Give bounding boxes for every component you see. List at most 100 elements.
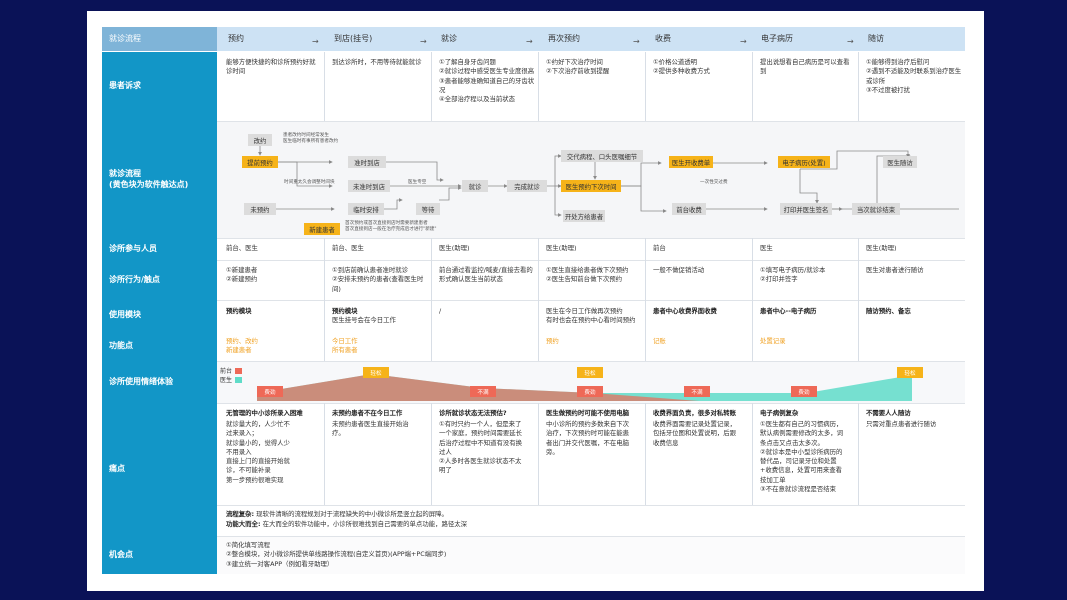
stage-emr: 电子病历 [761, 34, 793, 43]
flow-node-prescribe: 开处方给患者 [563, 210, 605, 222]
arrow-icon: → [420, 37, 427, 46]
summary-line-2: 功能大而全: 在大而全的软件功能中，小诊所很难找到自己需要的单点功能，路径太深 [226, 520, 468, 528]
appeal-payment: ①价格公道透明 ②提供多种收费方式 [653, 58, 710, 76]
flow-node-handover: 交代病程、口头医嘱细节 [561, 150, 643, 162]
flow-note-doctor-room: 医生专空 [408, 180, 427, 185]
row-label-pain: 痛点 [102, 403, 217, 536]
flow-node-emr: 电子病历(处置) [778, 156, 830, 168]
flow-node-followup: 医生随访 [883, 156, 917, 168]
module-arrival-sub: 医生挂号会在今日工作 [332, 316, 396, 324]
arrow-icon: → [526, 37, 533, 46]
flow-node-not-on-time: 未准时到店 [348, 180, 390, 192]
module-payment: 患者中心收费界面收费 [653, 307, 717, 315]
flow-node-wait: 等待 [416, 203, 440, 215]
flow-node-next-end: 当次就诊结束 [852, 203, 900, 215]
appeal-rebook: ①约好下次治疗时间 ②下次治疗前收到提醒 [546, 58, 610, 76]
function-booking: 预约、改约 新建患者 [226, 337, 258, 355]
emotion-tag-easy-followup: 轻松 [897, 367, 923, 378]
row-label-header: 就诊流程 [102, 27, 217, 51]
emotion-tag-hard-rebook: 费劲 [577, 386, 603, 397]
summary-line-1: 流程复杂: 现软件清晰的流程规划对于流程缺失的中小微诊所是竖立起的屏障。 [226, 510, 448, 518]
staff-payment: 前台 [653, 244, 666, 252]
pain-body-consult: ①有时只约一个人，但是来了一个家庭，预约时间需要延长后治疗过程中不知道有没有换过… [439, 420, 523, 475]
row-label-function: 功能点 [102, 331, 217, 361]
row-label-module: 使用模块 [102, 300, 217, 331]
appeal-emr: 提出说想看自己病历是可以查看到 [760, 58, 850, 76]
pain-title-followup: 不需要人人随访 [866, 409, 911, 417]
flow-node-bill: 医生开收费单 [669, 156, 713, 168]
stage-followup: 随访 [868, 34, 884, 43]
pain-title-arrival: 未预约患者不在今日工作 [332, 409, 403, 417]
flow-note-time: 时间重太久会调整时间块 [284, 180, 335, 185]
module-arrival-title: 预约模块 [332, 307, 358, 315]
behavior-followup: 医生对患者进行随访 [866, 266, 924, 274]
arrow-icon: → [312, 37, 319, 46]
behavior-payment: 一般不做促销活动 [653, 266, 705, 274]
arrow-icon: → [847, 37, 854, 46]
pain-body-booking: 就诊量大的，人少忙不过来录入； 就诊量小的，觉得人少不用录入 直接上门的直接开始… [226, 420, 290, 484]
row-label-flow: 就诊流程 (黄色块为软件触达点) [102, 121, 217, 238]
emotion-tag-hard-emr: 费劲 [791, 386, 817, 397]
pain-body-payment: 收费界面需要记录处置记录，包括牙位图和处置说明，后跟收费信息 [653, 420, 737, 447]
module-booking: 预约模块 [226, 307, 252, 315]
appeal-arrival: 到达诊所时，不用等待就能就诊 [332, 58, 422, 66]
behavior-arrival: ①到店前确认患者准时就诊 ②安排未预约的患者(查看医生时间) [332, 266, 424, 293]
opportunity-text: ①简化填写流程 ②整合模块，对小微诊所提供单线路操作流程(自定义首页)(APP端… [226, 541, 447, 568]
stage-arrival: 到店(挂号) [334, 34, 373, 43]
flow-node-on-time: 准时到店 [348, 156, 386, 168]
row-label-emotion: 诊所使用情绪体验 [102, 361, 217, 403]
stage-booking: 预约 [228, 34, 244, 43]
arrow-icon: → [633, 37, 640, 46]
pain-body-followup: 只需对重点患者进行随访 [866, 420, 937, 428]
staff-consult: 医生(助理) [439, 244, 470, 252]
stage-rebook: 再次预约 [548, 34, 580, 43]
flow-note-once-charge: 一次性交过费 [700, 180, 728, 185]
flow-node-print-sign: 打印并医生签名 [780, 203, 832, 215]
pain-body-arrival: 未预约患者医生直接开始治疗。 [332, 420, 409, 438]
flow-node-reschedule: 改约 [248, 134, 272, 146]
flow-node-next-time: 医生预约下次时间 [561, 180, 621, 192]
row-label-opportunity: 机会点 [102, 536, 217, 574]
pain-title-consult: 诊所就诊状态无法预估? [439, 409, 507, 417]
emotion-tag-hard-booking: 费劲 [257, 386, 283, 397]
behavior-consult: 前台通过看监控/喊麦/直接去看的形式确认医生当前状态 [439, 266, 533, 284]
stage-consult: 就诊 [441, 34, 457, 43]
appeal-consult: ①了解自身牙齿问题 ②就诊过程中感受医生专业度很高 ③患者能够准确知道自己的牙齿… [439, 58, 535, 104]
function-emr: 处置记录 [760, 337, 786, 345]
emotion-tag-unhappy-consult: 不满 [470, 386, 496, 397]
appeal-booking: 能够方便快捷的和诊所预约好就诊时间 [226, 58, 316, 76]
pain-title-booking: 无管理的中小诊所录入困难 [226, 409, 303, 417]
staff-emr: 医生 [760, 244, 773, 252]
module-rebook: 医生在今日工作做再次预约 有时也会在预约中心看时间预约 [546, 307, 636, 325]
function-arrival: 今日工作 所有患者 [332, 337, 358, 355]
row-label-appeal: 患者诉求 [102, 52, 217, 121]
journey-map-card [87, 11, 984, 591]
function-payment: 记账 [653, 337, 666, 345]
flow-node-front-charge: 前台收费 [672, 203, 706, 215]
behavior-booking: ①新建患者 ②新建预约 [226, 266, 258, 284]
module-emr: 患者中心--电子病历 [760, 307, 817, 315]
emotion-tag-easy-arrival: 轻松 [363, 367, 389, 378]
flow-node-not-booked: 未预约 [244, 203, 276, 215]
flow-node-temp-arrange: 临时安排 [348, 203, 384, 215]
flow-node-new-patient: 新建患者 [304, 223, 340, 235]
pain-body-emr: ①医生都有自己的习惯病历，默认病例需要修改的太多，词条点击又点击太多次。 ②就诊… [760, 420, 844, 493]
flow-node-consult: 就诊 [462, 180, 488, 192]
pain-body-rebook: 中小诊所的预约多数来自下次治疗，下次预约时可能在能患者出门并交代医嘱，不在电脑旁… [546, 420, 630, 456]
function-rebook: 预约 [546, 337, 559, 345]
arrow-icon: → [740, 37, 747, 46]
pain-title-payment: 收费界面负责，很多对私转账 [653, 409, 737, 417]
flow-node-done: 完成就诊 [507, 180, 547, 192]
behavior-rebook: ①医生直接给患者做下次预约 ②医生告知前台做下次预约 [546, 266, 629, 284]
flow-note-new-patient: 首次预约或首次直接到店时需要新建患者 首次直接到店一般在治疗完成后才进行"新建" [345, 221, 437, 232]
module-consult: / [439, 307, 442, 315]
row-label-behavior: 诊所行为/触点 [102, 260, 217, 300]
flow-node-book-ahead: 提前预约 [242, 156, 278, 168]
staff-booking: 前台、医生 [226, 244, 258, 252]
pain-title-rebook: 医生做预约时可能不使用电脑 [546, 409, 630, 417]
emotion-tag-easy-rebook: 轻松 [577, 367, 603, 378]
module-followup: 随访预约、备忘 [866, 307, 911, 315]
behavior-emr: ①填写电子病历/就诊本 ②打印并签字 [760, 266, 826, 284]
flow-note-reschedule: 患者改约时间经常发生 医生临时有事所有患者改约 [283, 133, 339, 144]
emotion-tag-unhappy-payment: 不满 [684, 386, 710, 397]
